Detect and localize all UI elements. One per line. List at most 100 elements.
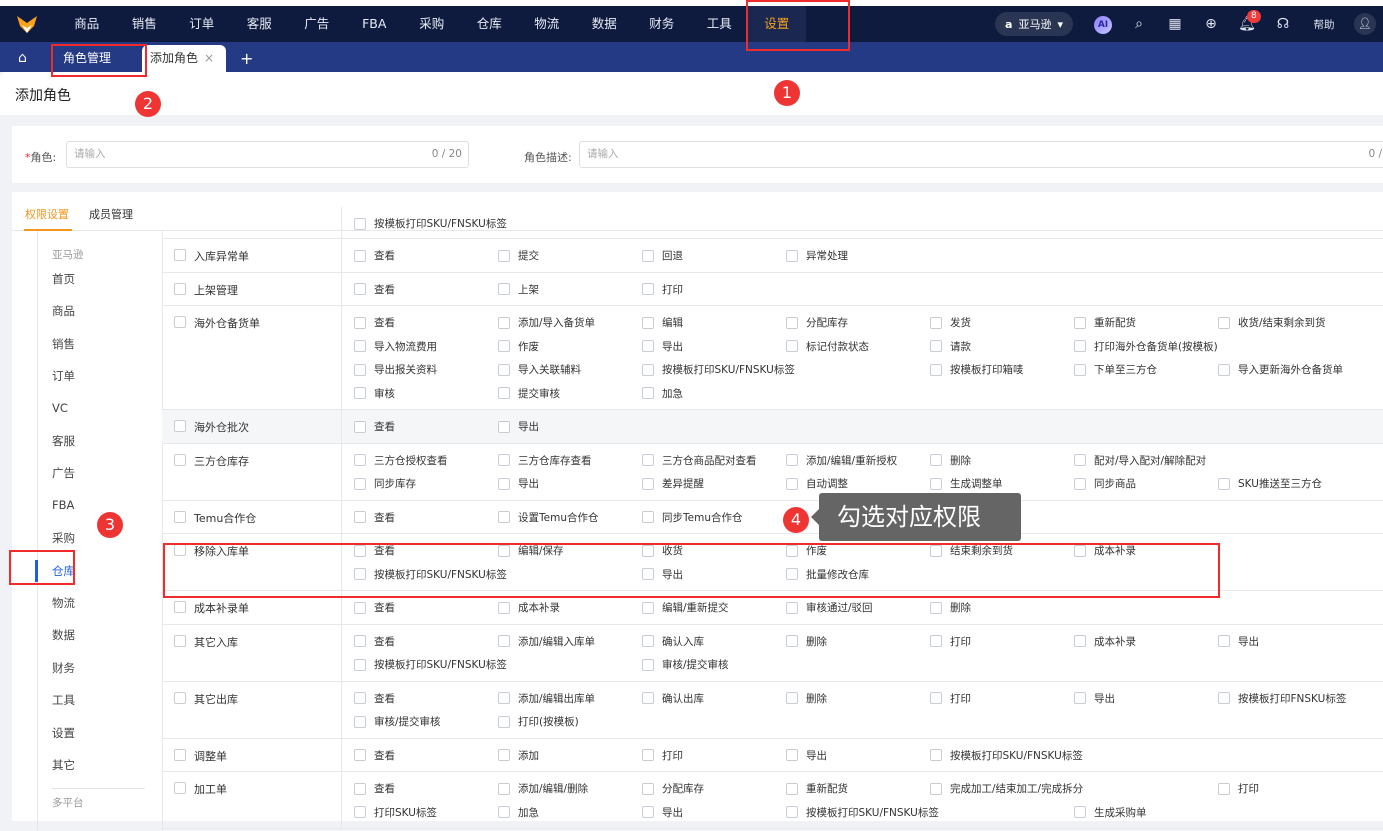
permission-checkbox[interactable] (354, 387, 366, 400)
permission-checkbox[interactable] (930, 749, 942, 762)
permission-item[interactable]: 按模板打印SKU/FNSKU标签 (642, 358, 795, 382)
permission-checkbox[interactable] (498, 283, 510, 296)
permission-checkbox[interactable] (642, 601, 654, 614)
permission-item[interactable]: 导出 (1074, 687, 1115, 711)
permission-checkbox[interactable] (786, 806, 798, 819)
module-checkbox[interactable] (174, 510, 186, 523)
permission-item[interactable]: 生成调整单 (930, 472, 1003, 496)
permission-item[interactable]: 导出 (1218, 630, 1259, 654)
sidebar-item[interactable]: 客服 (52, 433, 75, 449)
permission-checkbox[interactable] (354, 340, 366, 353)
permission-item[interactable]: 查看 (354, 596, 395, 620)
permission-item[interactable]: 三方仓库存查看 (498, 449, 592, 473)
permission-checkbox[interactable] (786, 249, 798, 262)
permission-item[interactable]: 分配库存 (786, 311, 848, 335)
permission-item[interactable]: 作废 (498, 335, 539, 359)
permission-checkbox[interactable] (498, 249, 510, 262)
permission-item[interactable]: 导出 (786, 744, 827, 768)
bell-icon[interactable]: 🔔︎ 8 (1229, 10, 1265, 32)
permission-item[interactable]: 打印海外仓备货单(按模板) (1074, 335, 1218, 359)
close-icon[interactable]: × (204, 45, 214, 72)
permission-item[interactable]: 按模板打印SKU/FNSKU标签 (786, 801, 939, 825)
permission-checkbox[interactable] (354, 806, 366, 819)
permission-item[interactable]: 审核/提交审核 (642, 653, 729, 677)
download-icon[interactable]: ⊕ (1193, 16, 1229, 32)
permission-item[interactable]: 加急 (642, 382, 683, 406)
permission-item[interactable]: 添加/编辑/删除 (498, 777, 588, 801)
permission-item[interactable]: 删除 (930, 449, 971, 473)
permission-checkbox[interactable] (642, 454, 654, 467)
permission-checkbox[interactable] (642, 387, 654, 400)
permission-item[interactable]: 打印(按模板) (498, 710, 579, 734)
permission-item[interactable]: 下单至三方仓 (1074, 358, 1157, 382)
nav-item[interactable]: 仓库 (461, 6, 519, 42)
permission-item[interactable]: 同步库存 (354, 472, 416, 496)
permission-checkbox[interactable] (1218, 316, 1230, 329)
sidebar-item[interactable]: FBA (52, 498, 74, 512)
permission-item[interactable]: 导出 (498, 472, 539, 496)
nav-item[interactable]: FBA (346, 6, 404, 42)
permission-item[interactable]: 编辑/重新提交 (642, 596, 729, 620)
module-checkbox[interactable] (174, 634, 186, 647)
permission-item[interactable]: 导入关联辅料 (498, 358, 581, 382)
permission-checkbox[interactable] (642, 806, 654, 819)
permission-item[interactable]: 三方仓授权查看 (354, 449, 448, 473)
permission-checkbox[interactable] (498, 782, 510, 795)
sidebar-item[interactable]: 采购 (52, 530, 75, 546)
module-checkbox[interactable] (174, 691, 186, 704)
tab-add-role[interactable]: 添加角色 × (142, 45, 226, 72)
permission-checkbox[interactable] (1074, 340, 1086, 353)
permission-item[interactable]: 重新配货 (1074, 311, 1136, 335)
permission-checkbox[interactable] (354, 249, 366, 262)
permission-checkbox[interactable] (498, 420, 510, 433)
permission-checkbox[interactable] (498, 387, 510, 400)
sidebar-item[interactable]: 财务 (52, 660, 75, 676)
permission-checkbox[interactable] (354, 749, 366, 762)
permission-checkbox[interactable] (786, 749, 798, 762)
permission-checkbox[interactable] (786, 454, 798, 467)
add-tab-button[interactable]: + (240, 45, 253, 72)
nav-item[interactable]: 数据 (576, 6, 634, 42)
permission-item[interactable]: 提交 (498, 244, 539, 268)
nav-item[interactable]: 工具 (691, 6, 749, 42)
permission-item[interactable]: 按模板打印SKU/FNSKU标签 (930, 744, 1083, 768)
permission-item[interactable]: 发货 (930, 311, 971, 335)
sidebar-item[interactable]: 订单 (52, 368, 75, 384)
nav-item[interactable]: 广告 (288, 6, 346, 42)
permission-item[interactable]: 成本补录 (498, 596, 560, 620)
permission-checkbox[interactable] (786, 340, 798, 353)
module-checkbox[interactable] (174, 453, 186, 466)
permission-checkbox[interactable] (354, 511, 366, 524)
permission-item[interactable]: 导出报关资料 (354, 358, 437, 382)
nav-item[interactable]: 商品 (58, 6, 116, 42)
permission-checkbox[interactable] (642, 635, 654, 648)
permission-item[interactable]: 生成采购单 (1074, 801, 1147, 825)
permission-item[interactable]: 删除 (786, 630, 827, 654)
permission-checkbox[interactable] (642, 340, 654, 353)
permission-checkbox[interactable] (930, 363, 942, 376)
permission-checkbox[interactable] (642, 511, 654, 524)
permission-checkbox[interactable] (642, 692, 654, 705)
permission-item[interactable]: 按模板打印箱唛 (930, 358, 1024, 382)
permission-checkbox[interactable] (642, 363, 654, 376)
module-checkbox[interactable] (174, 316, 186, 328)
permission-checkbox[interactable] (642, 316, 654, 329)
description-input[interactable]: 请输入 0 / (579, 141, 1383, 168)
permission-checkbox[interactable] (1218, 782, 1230, 795)
permission-checkbox[interactable] (498, 511, 510, 524)
permission-checkbox[interactable] (642, 249, 654, 262)
permission-checkbox[interactable] (354, 658, 366, 671)
permission-item[interactable]: 打印SKU标签 (354, 801, 437, 825)
permission-item[interactable]: 导出 (642, 801, 683, 825)
permission-item[interactable]: 成本补录 (1074, 630, 1136, 654)
permission-item[interactable]: 查看 (354, 777, 395, 801)
permission-item[interactable]: 导入物流费用 (354, 335, 437, 359)
apps-grid-icon[interactable]: ▦ (1157, 16, 1193, 32)
permission-item[interactable]: 导出 (642, 335, 683, 359)
permission-item[interactable]: 打印 (930, 630, 971, 654)
module-checkbox[interactable] (174, 601, 186, 613)
permission-item[interactable]: 按模板打印SKU/FNSKU标签 (354, 212, 507, 236)
permission-item[interactable]: 添加/编辑/重新授权 (786, 449, 897, 473)
permission-checkbox[interactable] (930, 340, 942, 353)
permission-item[interactable]: 自动调整 (786, 472, 848, 496)
